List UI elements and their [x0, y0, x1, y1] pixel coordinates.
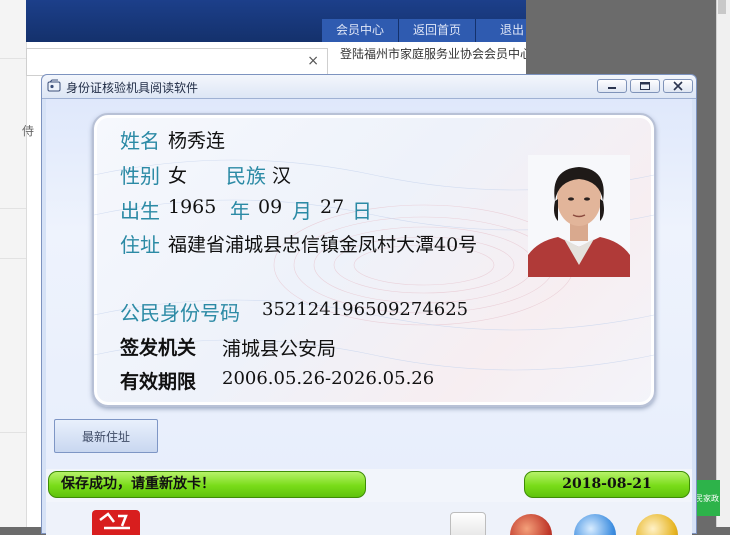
- close-button[interactable]: [663, 79, 693, 93]
- settings-icon[interactable]: [636, 514, 678, 535]
- bottom-toolbar: [46, 502, 692, 535]
- day-label: 日: [352, 199, 372, 223]
- birth-month: 09: [258, 196, 283, 218]
- sex-label: 性别: [120, 164, 160, 188]
- title-bar[interactable]: 身份证核验机具阅读软件: [42, 75, 696, 99]
- name-label: 姓名: [120, 129, 160, 153]
- id-reader-window: 身份证核验机具阅读软件 姓名 杨秀连 性别 女 民族 汉 出生 1965 年 0…: [41, 74, 697, 535]
- close-icon[interactable]: ×: [307, 53, 319, 69]
- birth-day: 27: [320, 196, 345, 218]
- ethnic-label: 民族: [226, 164, 266, 188]
- sex-value: 女: [168, 165, 188, 187]
- divider: [0, 432, 26, 433]
- left-panel-text: 侍: [22, 124, 35, 138]
- background-dialog: ×: [26, 48, 328, 76]
- divider: [0, 208, 26, 209]
- name-value: 杨秀连: [168, 130, 226, 152]
- app-icon: [47, 79, 61, 92]
- maximize-button[interactable]: [630, 79, 660, 93]
- authority-label: 签发机关: [120, 337, 197, 359]
- year-label: 年: [230, 199, 250, 223]
- nav-home[interactable]: 返回首页: [399, 19, 476, 42]
- address-label: 住址: [120, 233, 160, 257]
- divider: [0, 58, 26, 59]
- brand-logo-icon: [99, 512, 130, 530]
- birth-year: 1965: [168, 196, 217, 218]
- minimize-button[interactable]: [597, 79, 627, 93]
- validity-value: 2006.05.26-2026.05.26: [222, 368, 435, 389]
- id-number-value: 352124196509274625: [262, 299, 469, 320]
- ethnic-value: 汉: [272, 165, 292, 187]
- id-card: 姓名 杨秀连 性别 女 民族 汉 出生 1965 年 09 月 27 日 住址 …: [92, 113, 656, 407]
- id-number-label: 公民身份号码: [120, 301, 240, 325]
- background-left-panel: [0, 0, 27, 527]
- site-nav: 会员中心 返回首页 退出: [322, 19, 549, 42]
- info-icon[interactable]: [574, 514, 616, 535]
- portrait-image: [528, 155, 630, 277]
- close-icon: [673, 81, 683, 91]
- minimize-icon: [608, 87, 616, 89]
- window-title: 身份证核验机具阅读软件: [66, 81, 199, 95]
- record-icon[interactable]: [510, 514, 552, 535]
- maximize-icon: [640, 82, 650, 90]
- divider: [0, 258, 26, 259]
- site-header: 会员中心 返回首页 退出: [26, 0, 549, 42]
- latest-address-button[interactable]: 最新住址: [54, 419, 158, 453]
- printer-icon[interactable]: [450, 512, 486, 535]
- scrollbar[interactable]: [716, 0, 730, 527]
- nav-member-center[interactable]: 会员中心: [322, 19, 399, 42]
- welcome-text: 登陆福州市家庭服务业协会会员中心: [340, 47, 533, 61]
- authority-value: 浦城县公安局: [222, 338, 337, 360]
- status-date: 2018-08-21: [524, 471, 690, 498]
- month-label: 月: [292, 199, 312, 223]
- birth-label: 出生: [120, 199, 160, 223]
- address-value: 福建省浦城县忠信镇金凤村大潭40号: [168, 234, 478, 256]
- validity-label: 有效期限: [120, 371, 197, 393]
- status-message: 保存成功，请重新放卡！: [48, 471, 366, 498]
- client-area: 姓名 杨秀连 性别 女 民族 汉 出生 1965 年 09 月 27 日 住址 …: [46, 99, 692, 535]
- portrait-photo: [528, 155, 630, 277]
- scrollbar-thumb[interactable]: [718, 0, 726, 14]
- brand-logo: [92, 510, 140, 535]
